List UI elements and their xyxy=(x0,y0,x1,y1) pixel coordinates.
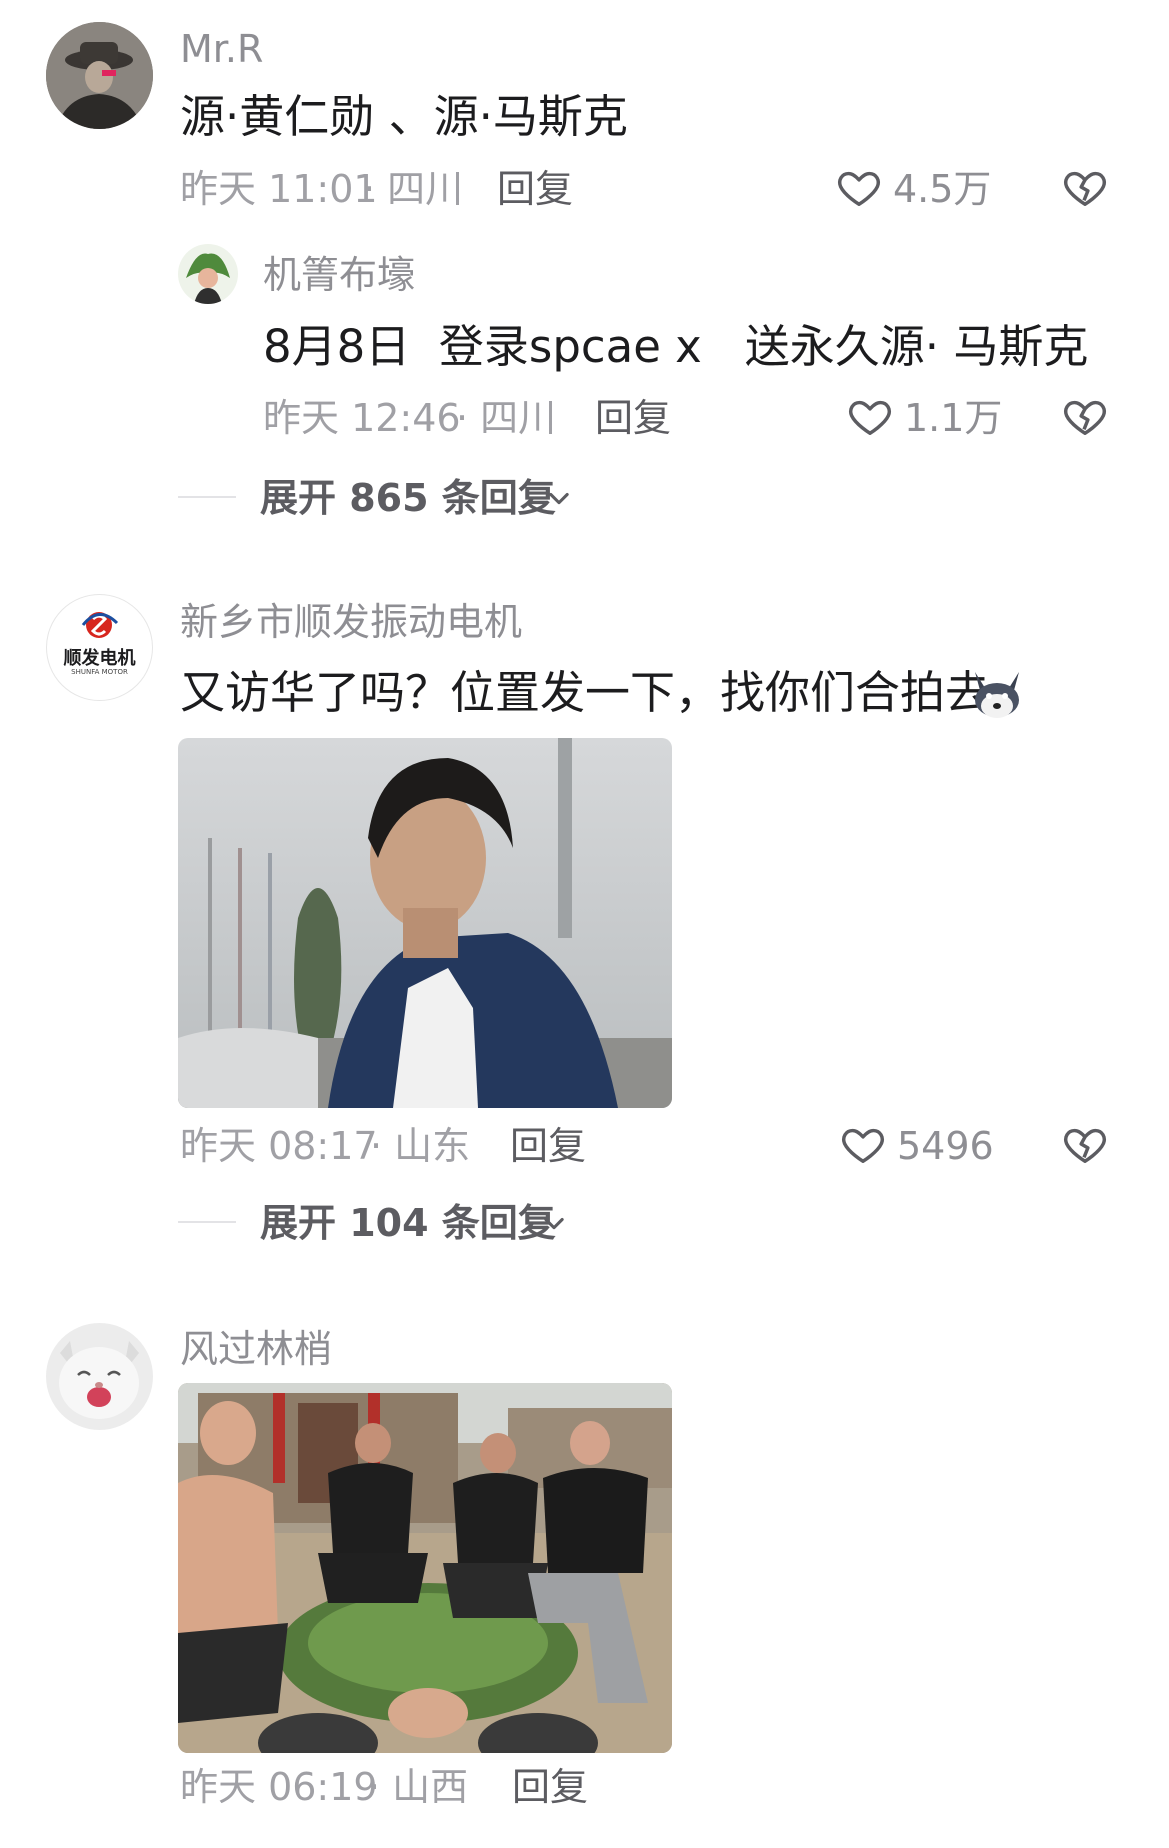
comment-author[interactable]: Mr.R xyxy=(180,30,263,68)
comment-author[interactable]: 风过林梢 xyxy=(180,1330,332,1368)
reply-time: 昨天 12:46 xyxy=(263,396,461,440)
reply-location: · 四川 xyxy=(456,396,557,440)
comment-location: · 四川 xyxy=(363,167,464,211)
heart-outline-icon[interactable] xyxy=(840,1121,886,1167)
expand-replies-button[interactable]: 展开 104 条回复 xyxy=(260,1204,556,1242)
like-count: 5496 xyxy=(897,1124,994,1168)
broken-heart-icon[interactable] xyxy=(1062,1121,1108,1167)
divider xyxy=(178,1221,236,1223)
comment-time: 昨天 08:17 xyxy=(180,1124,378,1168)
reply-text: 8月8日 登录spcae x 送永久源· 马斯克 xyxy=(263,320,1089,373)
divider xyxy=(178,496,236,498)
comment-image[interactable] xyxy=(178,1383,672,1753)
avatar[interactable] xyxy=(46,1323,153,1430)
avatar[interactable] xyxy=(178,244,238,304)
like-count: 1.1万 xyxy=(904,396,1003,440)
heart-outline-icon[interactable] xyxy=(836,164,882,210)
heart-outline-icon[interactable] xyxy=(847,393,893,439)
chevron-down-icon[interactable] xyxy=(545,484,573,512)
comment-image[interactable] xyxy=(178,738,672,1108)
comment-time: 昨天 11:01 xyxy=(180,167,378,211)
comment-location: · 山西 xyxy=(368,1765,469,1809)
comment-time: 昨天 06:19 xyxy=(180,1765,378,1809)
comment-text: 又访华了吗？位置发一下，找你们合拍去 xyxy=(180,666,991,719)
expand-replies-button[interactable]: 展开 865 条回复 xyxy=(260,479,556,517)
comment-author[interactable]: 新乡市顺发振动电机 xyxy=(180,603,522,641)
reply-button[interactable]: 回复 xyxy=(510,1127,586,1165)
avatar[interactable] xyxy=(46,22,153,129)
comment-location: · 山东 xyxy=(370,1124,471,1168)
reply-button[interactable]: 回复 xyxy=(595,399,671,437)
avatar-logo-text: 顺发电机 xyxy=(63,648,136,669)
husky-emoji xyxy=(967,660,1027,720)
broken-heart-icon[interactable] xyxy=(1062,393,1108,439)
broken-heart-icon[interactable] xyxy=(1062,164,1108,210)
reply-author[interactable]: 机箐布壕 xyxy=(263,256,415,294)
reply-button[interactable]: 回复 xyxy=(512,1768,588,1806)
reply-button[interactable]: 回复 xyxy=(497,170,573,208)
chevron-down-icon[interactable] xyxy=(540,1209,568,1237)
avatar-logo-subtext: SHUNFA MOTOR xyxy=(71,668,128,676)
like-count: 4.5万 xyxy=(893,167,992,211)
comment-text: 源·黄仁勋 、源·马斯克 xyxy=(180,90,628,143)
